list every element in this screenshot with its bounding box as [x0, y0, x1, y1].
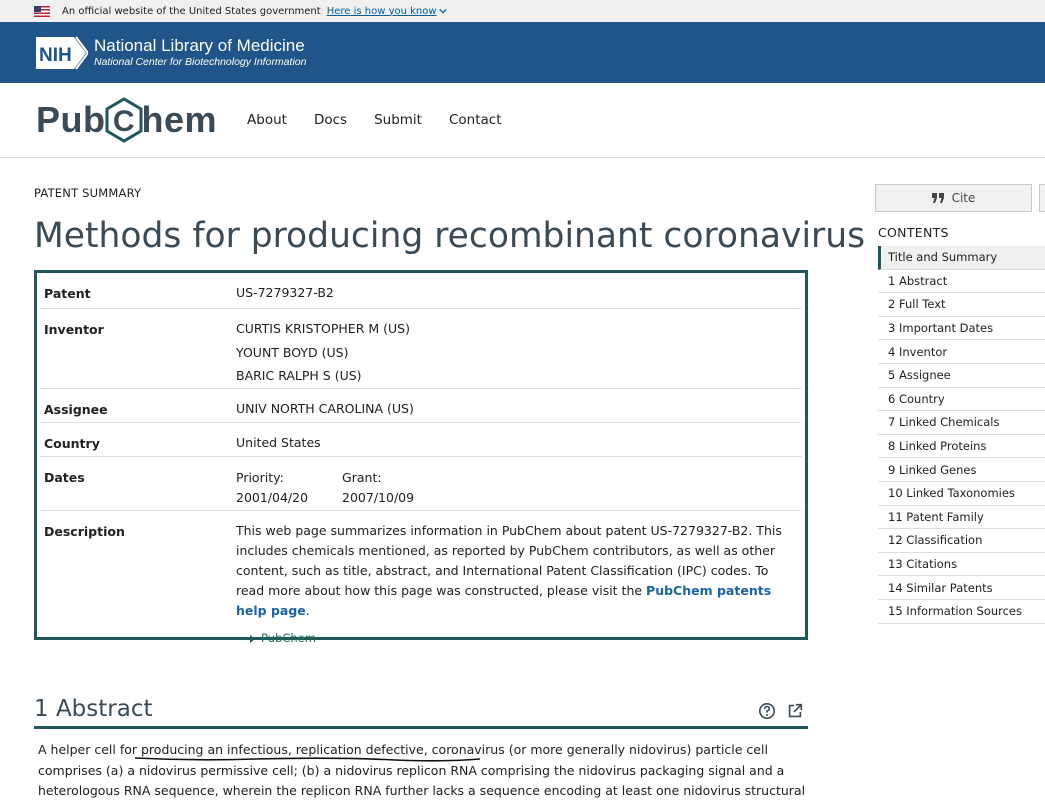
- assignee-label: Assignee: [44, 402, 108, 417]
- contents-list: Title and Summary 1 Abstract 2 Full Text…: [878, 246, 1045, 624]
- gov-banner-text: An official website of the United States…: [62, 5, 321, 17]
- quote-icon: [931, 193, 944, 203]
- nih-logo-icon: NIH: [36, 35, 88, 70]
- contents-heading: CONTENTS: [878, 225, 949, 240]
- toc-item-linked-chemicals[interactable]: 7 Linked Chemicals: [878, 411, 1045, 435]
- inventor-value: BARIC RALPH S (US): [236, 368, 362, 383]
- pubchem-logo-c: C: [112, 105, 134, 138]
- toc-item-country[interactable]: 6 Country: [878, 388, 1045, 412]
- hexagon-c-icon: C: [105, 97, 142, 143]
- handwritten-underline: [135, 757, 480, 762]
- toc-item-classification[interactable]: 12 Classification: [878, 529, 1045, 553]
- country-value: United States: [236, 435, 321, 450]
- nih-header: NIH National Library of Medicine Nationa…: [0, 22, 1045, 83]
- toc-item-citations[interactable]: 13 Citations: [878, 553, 1045, 577]
- grant-value: 2007/10/09: [342, 490, 415, 505]
- abstract-text: A helper cell for producing an infectiou…: [38, 742, 806, 798]
- toc-item-title-summary[interactable]: Title and Summary: [878, 246, 1045, 270]
- nav-contact[interactable]: Contact: [449, 112, 502, 128]
- how-you-know-link[interactable]: Here is how you know: [327, 6, 447, 17]
- description-text: This web page summarizes information in …: [236, 521, 796, 621]
- inventor-value: CURTIS KRISTOPHER M (US): [236, 321, 410, 336]
- summary-row-dates: Dates Priority: 2001/04/20 Grant: 2007/1…: [40, 457, 802, 511]
- nih-logo[interactable]: NIH National Library of Medicine Nationa…: [34, 35, 306, 71]
- summary-row-inventor: Inventor CURTIS KRISTOPHER M (US) YOUNT …: [40, 309, 802, 389]
- dates-label: Dates: [44, 470, 85, 485]
- pubchem-logo[interactable]: Pub C hem: [36, 96, 217, 144]
- inventor-value: YOUNT BOYD (US): [236, 344, 349, 360]
- toc-item-linked-taxonomies[interactable]: 10 Linked Taxonomies: [878, 482, 1045, 506]
- toc-item-patent-family[interactable]: 11 Patent Family: [878, 506, 1045, 530]
- description-end: .: [305, 603, 310, 618]
- nav-about[interactable]: About: [247, 112, 287, 128]
- summary-row-description: Description This web page summarizes inf…: [40, 511, 802, 645]
- nav-docs[interactable]: Docs: [314, 112, 347, 128]
- cite-label: Cite: [951, 191, 976, 205]
- priority-value: 2001/04/20: [236, 490, 309, 505]
- toc-item-important-dates[interactable]: 3 Important Dates: [878, 317, 1045, 341]
- inventor-label: Inventor: [44, 322, 104, 337]
- page-eyebrow: PATENT SUMMARY: [34, 186, 142, 200]
- page-title: Methods for producing recombinant corona…: [34, 216, 866, 256]
- help-icon[interactable]: [758, 702, 776, 720]
- toc-item-inventor[interactable]: 4 Inventor: [878, 340, 1045, 364]
- patent-value: US-7279327-B2: [236, 285, 334, 300]
- ncbi-subtitle: National Center for Biotechnology Inform…: [94, 56, 307, 68]
- nav-submit[interactable]: Submit: [374, 112, 422, 128]
- country-label: Country: [44, 436, 100, 451]
- pubchem-nav: Pub C hem About Docs Submit Contact: [0, 83, 1045, 158]
- summary-row-assignee: Assignee UNIV NORTH CAROLINA (US): [40, 389, 802, 423]
- pubchem-logo-right: hem: [141, 99, 218, 140]
- toc-item-full-text[interactable]: 2 Full Text: [878, 293, 1045, 317]
- description-label: Description: [44, 524, 125, 539]
- abstract-title: 1 Abstract: [34, 696, 153, 722]
- summary-table: Patent US-7279327-B2 Inventor CURTIS KRI…: [34, 270, 808, 645]
- pubchem-logo-left: Pub: [36, 99, 106, 140]
- toc-item-linked-genes[interactable]: 9 Linked Genes: [878, 458, 1045, 482]
- caret-right-icon: [250, 634, 255, 643]
- us-flag-icon: [34, 5, 50, 17]
- nih-logo-text: NIH: [39, 45, 72, 66]
- assignee-value: UNIV NORTH CAROLINA (US): [236, 401, 414, 416]
- nlm-title: National Library of Medicine: [94, 36, 305, 55]
- toc-item-information-sources[interactable]: 15 Information Sources: [878, 600, 1045, 624]
- grant-label: Grant:: [342, 470, 382, 485]
- abstract-header: 1 Abstract: [34, 696, 808, 729]
- gov-banner: An official website of the United States…: [0, 0, 1045, 22]
- summary-row-patent: Patent US-7279327-B2: [40, 273, 802, 309]
- how-you-know-label: Here is how you know: [326, 5, 437, 17]
- patent-label: Patent: [44, 286, 91, 301]
- summary-row-country: Country United States: [40, 423, 802, 457]
- toc-item-linked-proteins[interactable]: 8 Linked Proteins: [878, 435, 1045, 459]
- pubchem-toggle[interactable]: PubChem: [250, 627, 796, 651]
- toc-item-abstract[interactable]: 1 Abstract: [878, 270, 1045, 294]
- toc-item-assignee[interactable]: 5 Assignee: [878, 364, 1045, 388]
- download-button[interactable]: [1039, 184, 1045, 212]
- pubchem-toggle-label: PubChem: [261, 631, 316, 645]
- cite-button[interactable]: Cite: [875, 184, 1032, 212]
- chevron-down-icon: [438, 8, 447, 14]
- external-link-icon[interactable]: [786, 702, 804, 720]
- toc-item-similar-patents[interactable]: 14 Similar Patents: [878, 576, 1045, 600]
- priority-label: Priority:: [236, 470, 284, 485]
